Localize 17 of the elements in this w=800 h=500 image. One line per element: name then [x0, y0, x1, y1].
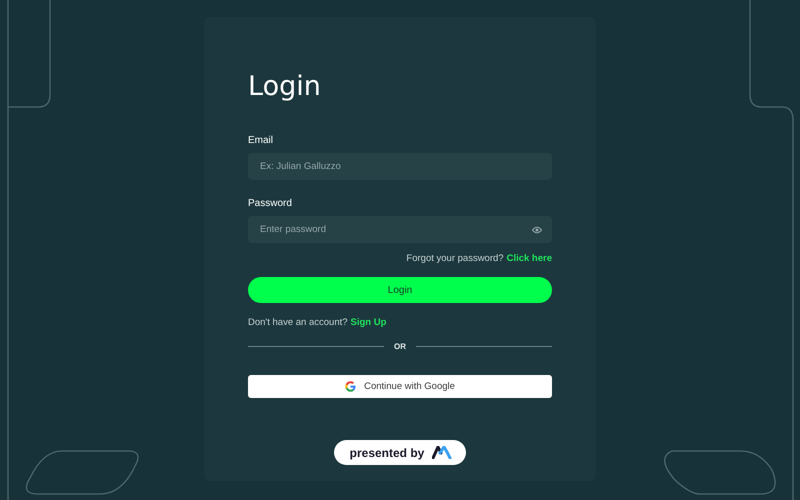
forgot-text: Forgot your password?	[406, 253, 504, 264]
google-button[interactable]: Continue with Google	[248, 375, 552, 398]
signup-link[interactable]: Sign Up	[350, 317, 386, 328]
google-icon	[345, 381, 356, 392]
password-field[interactable]: Enter password	[248, 216, 552, 243]
divider-label: OR	[394, 342, 406, 351]
field-label: Email	[248, 135, 274, 146]
field-label: Password	[248, 198, 292, 209]
login-button[interactable]: Login	[248, 277, 552, 303]
badge-text: presented by	[350, 446, 424, 460]
logo-icon	[432, 446, 452, 459]
signup-prompt: Don't have an account?	[248, 317, 348, 328]
email-field[interactable]: Ex: Julian Galluzzo	[248, 153, 552, 180]
login-title: Login	[248, 71, 322, 103]
eye-icon[interactable]	[532, 226, 542, 234]
reset-link[interactable]: Click here	[506, 253, 552, 264]
presented-by-badge[interactable]: presented by	[334, 440, 466, 465]
